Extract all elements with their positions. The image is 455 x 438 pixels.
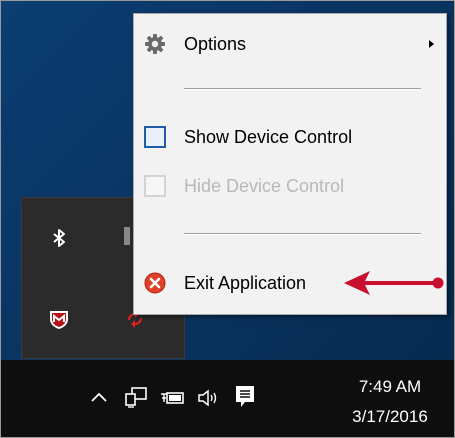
screenshot-border [0,0,455,438]
